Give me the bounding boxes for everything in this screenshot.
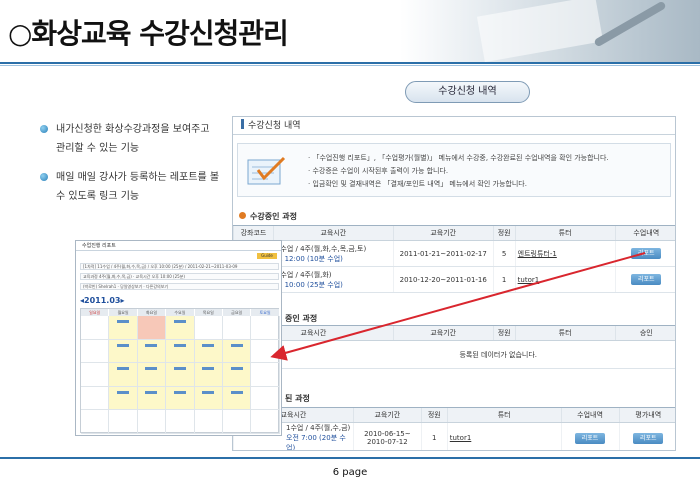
page-number: 6 page [332,467,368,478]
footer-divider [0,457,700,459]
link-arrow [270,252,646,361]
